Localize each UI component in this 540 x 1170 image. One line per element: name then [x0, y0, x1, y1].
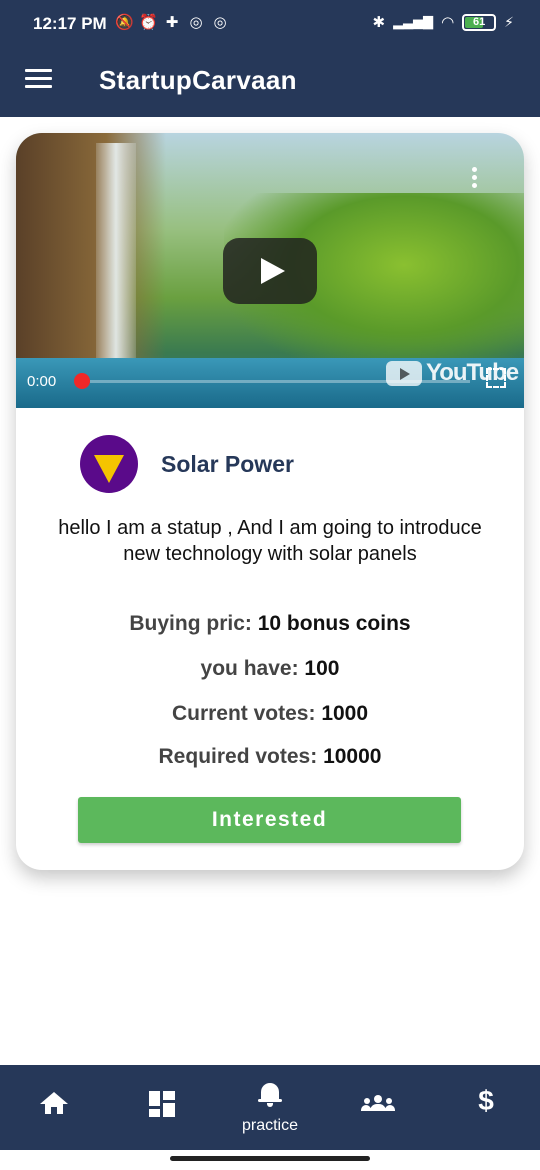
startup-avatar	[80, 435, 138, 493]
startup-card: 0:00 YouTube Solar Power hello I am a st…	[16, 133, 524, 870]
nav-item-group[interactable]	[324, 1065, 432, 1150]
sync-icon: ◎	[189, 14, 203, 31]
nav-label-practice: practice	[241, 1117, 299, 1134]
home-indicator[interactable]	[170, 1156, 370, 1161]
fullscreen-icon[interactable]	[486, 368, 506, 388]
youtube-play-icon	[386, 360, 422, 386]
buying-price: Buying pric: 10 bonus coins	[16, 612, 524, 636]
required-votes-label: Required votes:	[158, 745, 318, 768]
startup-description: hello I am a statup , And I am going to …	[58, 517, 482, 565]
current-votes-label: Current votes:	[171, 702, 316, 725]
more-options-icon[interactable]	[472, 167, 478, 191]
nav-item-practice[interactable]: practice	[216, 1065, 324, 1150]
mute-icon: 🔕	[115, 14, 134, 31]
vpn-icon: ✚	[165, 14, 179, 31]
you-have-value: 100	[304, 657, 340, 680]
you-have: you have: 100	[16, 657, 524, 681]
bottom-nav: practice $	[0, 1065, 540, 1150]
video-player[interactable]: 0:00 YouTube	[16, 133, 524, 408]
nav-item-home[interactable]	[0, 1065, 108, 1150]
buying-price-value: 10 bonus coins	[257, 612, 411, 635]
play-button[interactable]	[223, 238, 317, 304]
wifi-icon: ◠	[441, 14, 455, 31]
group-icon	[361, 1091, 395, 1117]
dollar-icon: $	[478, 1085, 494, 1116]
charging-icon: ⚡	[504, 13, 514, 30]
dashboard-icon	[149, 1091, 175, 1117]
startup-header: Solar Power	[80, 435, 294, 493]
app-bar: StartupCarvaan	[0, 48, 540, 117]
bell-icon	[257, 1082, 283, 1108]
status-bar: 12:17 PM 🔕 ⏰ ✚ ◎ ◎ ✱ ▂▃▅▇ ◠ 61 ⚡	[0, 0, 540, 48]
nav-item-dashboard[interactable]	[108, 1065, 216, 1150]
current-votes-value: 1000	[321, 702, 369, 725]
progress-scrubber[interactable]	[74, 373, 90, 389]
required-votes: Required votes: 10000	[16, 745, 524, 769]
status-icons-right: ✱ ▂▃▅▇ ◠ 61 ⚡	[372, 13, 514, 31]
sync-icon: ◎	[213, 14, 227, 31]
alarm-icon: ⏰	[139, 14, 158, 31]
app-title: StartupCarvaan	[99, 65, 297, 95]
video-thumbnail-waterfall	[96, 143, 136, 373]
battery-level: 61	[473, 15, 486, 28]
you-have-label: you have:	[200, 657, 299, 680]
bluetooth-icon: ✱	[372, 14, 386, 31]
battery-icon: 61	[462, 13, 497, 31]
signal-icon: ▂▃▅▇	[393, 14, 434, 29]
current-votes: Current votes: 1000	[16, 702, 524, 726]
buying-price-label: Buying pric:	[129, 612, 252, 635]
interested-button[interactable]: Interested	[78, 797, 461, 843]
menu-icon[interactable]	[25, 69, 52, 89]
status-time: 12:17 PM	[33, 14, 107, 33]
video-time: 0:00	[27, 373, 57, 390]
required-votes-value: 10000	[323, 745, 382, 768]
status-icons-left: 🔕 ⏰ ✚ ◎ ◎	[115, 14, 229, 32]
nav-item-money[interactable]: $	[432, 1065, 540, 1150]
home-icon	[40, 1091, 68, 1117]
startup-name: Solar Power	[161, 450, 294, 477]
